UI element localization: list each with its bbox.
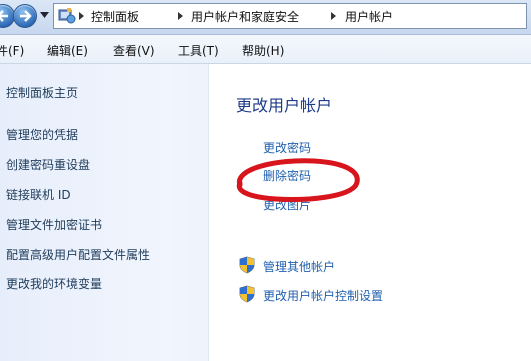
breadcrumb-user-accounts[interactable]: 用户帐户 (345, 8, 393, 25)
address-bar: 控制面板 用户帐户和家庭安全 用户帐户 (0, 0, 531, 35)
page-title: 更改用户帐户 (236, 96, 333, 115)
sidebar-item-advanced-profile-properties[interactable]: 配置高级用户配置文件属性 (6, 246, 150, 263)
menu-file[interactable]: 件(F) (0, 42, 24, 59)
menu-edit[interactable]: 编辑(E) (47, 42, 88, 59)
left-task-pane: 控制面板主页 管理您的凭据 创建密码重设盘 链接联机 ID 管理文件加密证书 配… (0, 64, 209, 361)
sidebar-item-create-reset-disk[interactable]: 创建密码重设盘 (6, 156, 90, 173)
recent-pages-chevron-icon[interactable] (40, 12, 49, 18)
breadcrumb-separator-icon[interactable] (178, 12, 183, 20)
uac-settings-link[interactable]: 更改用户帐户控制设置 (263, 287, 383, 304)
sidebar-item-control-panel-home[interactable]: 控制面板主页 (6, 84, 78, 101)
annotation-ellipse (236, 158, 360, 202)
breadcrumb-separator-icon[interactable] (331, 12, 336, 20)
change-password-link[interactable]: 更改密码 (263, 139, 311, 156)
menu-bar: 件(F) 编辑(E) 查看(V) 工具(T) 帮助(H) (0, 35, 531, 64)
sidebar-item-link-online-id[interactable]: 链接联机 ID (6, 186, 71, 203)
forward-arrow-icon (20, 10, 32, 22)
sidebar-item-manage-encryption-certs[interactable]: 管理文件加密证书 (6, 216, 102, 233)
breadcrumb-user-accounts-family-safety[interactable]: 用户帐户和家庭安全 (191, 8, 299, 25)
manage-other-accounts-link[interactable]: 管理其他帐户 (263, 258, 335, 275)
menu-view[interactable]: 查看(V) (113, 42, 155, 59)
breadcrumb-control-panel[interactable]: 控制面板 (91, 8, 139, 25)
menu-help[interactable]: 帮助(H) (242, 42, 284, 59)
sidebar-item-environment-variables[interactable]: 更改我的环境变量 (6, 275, 102, 292)
address-box[interactable]: 控制面板 用户帐户和家庭安全 用户帐户 (53, 3, 527, 29)
back-arrow-icon (0, 10, 8, 22)
uac-shield-icon (239, 285, 255, 303)
control-panel-icon (58, 8, 76, 24)
sidebar-item-manage-credentials[interactable]: 管理您的凭据 (6, 126, 78, 143)
menu-tools[interactable]: 工具(T) (178, 42, 219, 59)
forward-button[interactable] (13, 4, 37, 28)
breadcrumb-separator-icon[interactable] (79, 12, 84, 20)
uac-shield-icon (239, 256, 255, 274)
